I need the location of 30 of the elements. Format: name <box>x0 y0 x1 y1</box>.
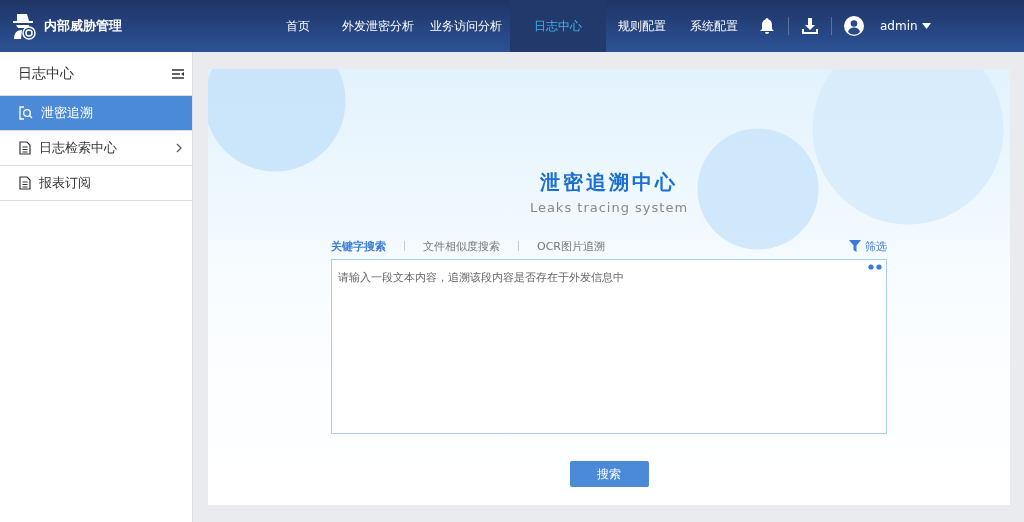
nav-tab[interactable]: 首页 <box>262 0 334 52</box>
nav-tab[interactable]: 日志中心 <box>510 0 606 52</box>
nav-tab[interactable]: 业务访问分析 <box>422 0 510 52</box>
caret-icon <box>921 23 931 29</box>
user-menu[interactable]: admin <box>872 19 922 33</box>
sidebar-item[interactable]: 泄密追溯 <box>0 96 192 131</box>
nav-tab[interactable]: 外发泄密分析 <box>334 0 422 52</box>
search-button[interactable]: 搜索 <box>569 461 649 487</box>
nav-tab[interactable]: 规则配置 <box>606 0 678 52</box>
search-icon <box>19 106 33 120</box>
app-title: 内部威胁管理 <box>44 17 122 35</box>
document-icon <box>19 141 31 155</box>
user-avatar-icon[interactable] <box>844 16 864 36</box>
bell-icon[interactable] <box>758 17 776 35</box>
page-title: 泄密追溯中心 <box>540 169 678 196</box>
download-icon[interactable] <box>801 17 819 35</box>
filter-icon <box>849 240 861 252</box>
collapse-menu-icon[interactable] <box>172 68 184 79</box>
sidebar-item[interactable]: 日志检索中心 <box>0 131 192 166</box>
sidebar-item[interactable]: 报表订阅 <box>0 166 192 201</box>
nav-tab[interactable]: 系统配置 <box>678 0 750 52</box>
search-mode-tab[interactable]: OCR图片追溯 <box>537 238 605 254</box>
search-mode-tab[interactable]: 文件相似度搜索 <box>423 238 500 254</box>
more-dots-icon[interactable] <box>868 264 882 270</box>
search-mode-tab[interactable]: 关键字搜索 <box>331 238 386 254</box>
text-input-field[interactable]: 请输入一段文本内容，追溯该段内容是否存在于外发信息中 <box>331 259 887 434</box>
document-icon <box>19 176 31 190</box>
page-subtitle: Leaks tracing system <box>529 200 689 215</box>
sidebar-title: 日志中心 <box>18 64 74 83</box>
filter-link[interactable]: 筛选 <box>849 238 887 254</box>
